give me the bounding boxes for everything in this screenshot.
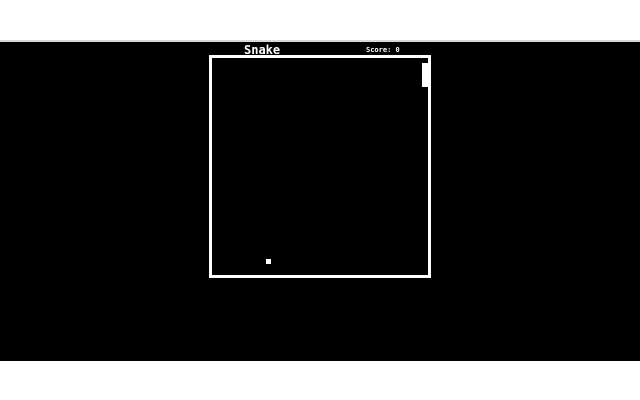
food-pellet [266, 259, 271, 264]
page: Snake Score: 0 [0, 0, 640, 400]
score-display: Score: 0 [366, 46, 400, 54]
bottom-margin [0, 361, 640, 400]
top-margin [0, 0, 640, 40]
snake-segment [422, 63, 428, 87]
game-board [209, 55, 431, 278]
